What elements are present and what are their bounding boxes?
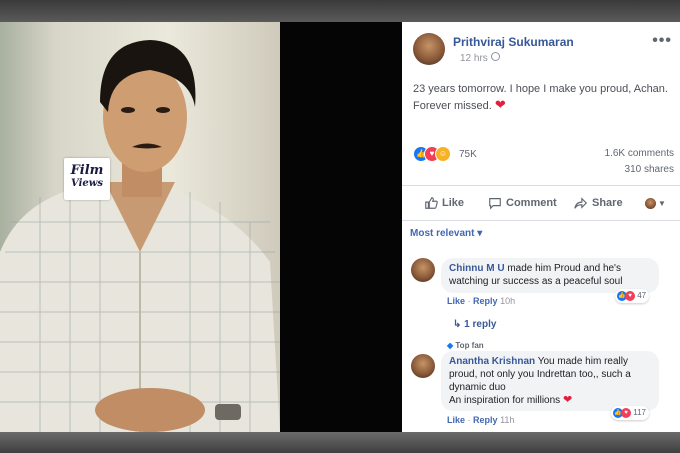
share-icon [574,197,588,209]
watermark-line-2: Views [71,178,103,189]
post-time-text: 12 hrs [460,53,488,64]
care-reaction-icon: ☺ [435,146,451,162]
portrait-illustration [0,40,280,432]
comment-reactions[interactable]: 👍 ♥ 47 [615,289,650,303]
comment-author[interactable]: Anantha Krishnan [449,356,535,367]
post-panel: Prithviraj Sukumaran 12 hrs · ••• 23 yea… [402,22,680,432]
comment-reactions[interactable]: 👍 ♥ 117 [611,406,649,420]
viewer-avatar [645,197,656,209]
comment-button[interactable]: Comment [488,194,557,212]
comment-reply-link[interactable]: Reply [473,415,498,425]
sort-label: Most relevant [410,228,475,239]
post-message: 23 years tomorrow. I hope I make you pro… [413,82,675,114]
comment-like-link[interactable]: Like [447,296,465,306]
comment-reply-link[interactable]: Reply [473,296,498,306]
background-frame-bottom [0,432,680,453]
post-timestamp[interactable]: 12 hrs · [460,53,494,64]
share-button[interactable]: Share [574,194,623,212]
comment-actions: Like · Reply 11h [447,415,514,425]
like-button[interactable]: Like [424,194,464,212]
caret-down-icon: ▾ [477,228,483,239]
comment-sort-dropdown[interactable]: Most relevant ▾ [410,228,482,239]
comment-bubble: Anantha Krishnan You made him really pro… [441,351,659,411]
top-fan-label: Top fan [455,341,484,350]
more-options-icon[interactable]: ••• [652,32,672,50]
chevron-down-icon: ▼ [658,199,666,208]
post-photo[interactable]: Film Views [0,22,280,432]
love-mini-icon: ♥ [625,290,635,301]
comment-reaction-count: 47 [637,291,647,300]
love-mini-icon: ♥ [621,407,631,418]
heart-emoji: ❤ [494,97,506,112]
author-avatar[interactable] [413,33,445,65]
film-views-watermark: Film Views [64,158,110,200]
thumbs-up-icon [425,197,438,209]
globe-icon [491,52,500,61]
comment-text-line-2: An inspiration for millions [449,395,561,406]
comment-reaction-count: 117 [633,408,646,417]
separator: · [467,296,471,306]
author-name[interactable]: Prithviraj Sukumaran [453,35,574,49]
comment-time[interactable]: 10h [500,296,515,306]
comment-author[interactable]: Chinnu M U [449,263,505,274]
comment-like-link[interactable]: Like [447,415,465,425]
background-frame-top [0,0,680,22]
comment-icon [489,198,501,210]
commenter-avatar[interactable] [411,354,435,378]
reply-arrow-icon: ↳ [453,319,462,330]
replies-count: 1 reply [464,319,497,330]
comment-bubble: Chinnu M U made him Proud and he's watch… [441,258,659,293]
comment-actions: Like · Reply 10h [447,296,515,306]
comment-time[interactable]: 11h [500,415,514,425]
view-replies-link[interactable]: ↳ 1 reply [453,319,496,330]
separator: · [467,415,471,425]
post-message-text: 23 years tomorrow. I hope I make you pro… [413,83,668,112]
heart-emoji: ❤ [562,394,573,406]
reactions-count[interactable]: 75K [459,149,477,160]
reaction-icons[interactable]: 👍 ♥ ☺ [413,146,457,162]
like-label: Like [442,197,465,209]
commenter-avatar[interactable] [411,258,435,282]
reaction-selector[interactable]: ▼ [645,194,666,212]
shares-count[interactable]: 310 shares [625,164,674,175]
share-label: Share [592,197,623,209]
comments-count[interactable]: 1.6K comments [605,148,674,159]
watermark-line-1: Film [70,163,104,178]
divider [402,220,680,221]
comment-label: Comment [506,197,557,209]
top-fan-badge: ◆ Top fan [447,341,484,350]
photo-letterbox [280,22,402,432]
divider [402,185,680,186]
diamond-icon: ◆ [447,341,454,350]
